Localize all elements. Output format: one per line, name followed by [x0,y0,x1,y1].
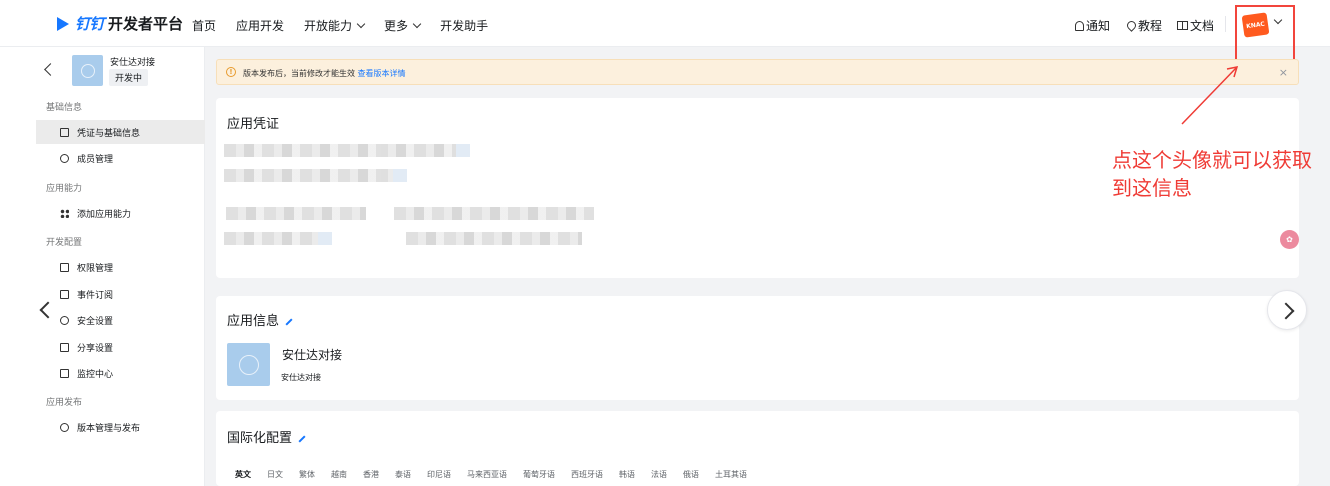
card-title: 应用凭证 [227,117,280,132]
bell-icon [1075,20,1084,31]
version-icon [60,422,69,432]
chevron-down-icon [356,19,366,29]
sidebar-group-title: 开发配置 [46,238,83,248]
edit-icon[interactable] [285,317,293,326]
redacted-value [224,232,332,245]
lang-tab[interactable]: 葡萄牙语 [523,469,555,480]
sidebar-item-share[interactable]: 分享设置 [36,335,205,359]
share-icon [60,342,69,352]
close-icon[interactable]: × [1279,66,1288,79]
annotation-text: 点这个头像就可以获取到这信息 [1112,148,1312,200]
language-tabs: 英文 日文 繁体 越南 香港 泰语 印尼语 马来西亚语 葡萄牙语 西班牙语 韩语… [235,469,763,480]
app-icon [72,55,103,86]
lang-tab[interactable]: 西班牙语 [571,469,603,480]
lang-tab[interactable]: 马来西亚语 [467,469,507,480]
nav-more[interactable]: 更多 [384,17,422,34]
nav-dev-assistant[interactable]: 开发助手 [440,17,488,34]
chevron-down-icon [412,19,422,29]
logo-title: 开发者平台 [108,15,184,33]
next-arrow-button[interactable] [1267,290,1307,330]
i18n-card: 国际化配置 英文 日文 繁体 越南 香港 泰语 印尼语 马来西亚语 葡萄牙语 西… [216,411,1299,486]
divider [1225,16,1226,32]
nav-home[interactable]: 首页 [192,17,216,34]
lang-tab[interactable]: 俄语 [683,469,699,480]
sidebar-item-credentials[interactable]: 凭证与基础信息 [36,120,205,144]
lang-tab[interactable]: 越南 [331,469,347,480]
warning-icon: ! [226,67,236,77]
lang-tab[interactable]: 韩语 [619,469,635,480]
lang-tab[interactable]: 法语 [651,469,667,480]
redacted-value [224,169,407,182]
lang-tab[interactable]: 印尼语 [427,469,451,480]
translate-float-icon[interactable]: ✿ [1280,230,1299,249]
app-name: 安仕达对接 [282,348,343,362]
main-nav: 首页 应用开发 开放能力 更多 开发助手 [192,17,508,34]
lang-tab[interactable]: 日文 [267,469,283,480]
redacted-value [406,232,582,245]
card-title: 国际化配置 [227,431,293,446]
status-badge: 开发中 [109,69,149,86]
sidebar-item-add-capability[interactable]: 添加应用能力 [36,201,205,225]
sidebar: 安仕达对接 开发中 基础信息 凭证与基础信息 成员管理 应用能力 添加应用能力 … [0,47,205,486]
nav-open-capability[interactable]: 开放能力 [304,17,366,34]
monitor-icon [60,368,69,378]
sidebar-item-permissions[interactable]: 权限管理 [36,255,205,279]
sidebar-item-members[interactable]: 成员管理 [36,146,205,170]
dingtalk-logo-icon [57,15,71,33]
sidebar-group-title: 应用能力 [46,184,83,194]
redacted-value [224,144,470,157]
app-description: 安仕达对接 [281,373,321,382]
banner-text: 版本发布后，当前修改才能生效 [243,69,358,78]
docs-link[interactable]: 文档 [1177,17,1214,34]
back-arrow-icon[interactable] [44,63,57,76]
grid-icon [60,208,69,218]
lang-tab[interactable]: 泰语 [395,469,411,480]
top-nav-bar: 钉钉 开发者平台 首页 应用开发 开放能力 更多 开发助手 通知 教程 文档 K… [0,0,1330,47]
notice-banner: ! 版本发布后，当前修改才能生效 查看版本详情 × [216,59,1299,85]
doc-icon [60,127,69,137]
sidebar-app-name: 安仕达对接 [110,58,156,68]
sidebar-item-versions[interactable]: 版本管理与发布 [36,415,205,439]
redacted-value [226,207,366,220]
location-pin-icon [1125,19,1138,32]
book-icon [1177,21,1188,30]
sidebar-item-monitor[interactable]: 监控中心 [36,361,205,385]
lock-icon [60,262,69,272]
annotation-arrow [1181,66,1239,125]
logo-brand: 钉钉 [75,15,105,33]
edit-icon[interactable] [298,434,306,443]
nav-app-dev[interactable]: 应用开发 [236,17,284,34]
redacted-value [394,207,594,220]
lang-tab[interactable]: 繁体 [299,469,315,480]
sidebar-group-title: 基础信息 [46,103,83,113]
annotation-highlight-box [1235,5,1295,66]
prev-arrow-button[interactable] [26,290,66,330]
tutorial-link[interactable]: 教程 [1125,17,1162,34]
sidebar-group-title: 应用发布 [46,398,83,408]
logo[interactable]: 钉钉 开发者平台 [57,13,183,34]
user-icon [60,153,69,163]
app-info-card: 应用信息 安仕达对接 安仕达对接 [216,296,1299,400]
notify-link[interactable]: 通知 [1075,17,1110,34]
lang-tab[interactable]: 英文 [235,469,251,480]
card-title: 应用信息 [227,314,280,329]
app-icon [227,343,270,386]
version-details-link[interactable]: 查看版本详情 [358,69,406,78]
lang-tab[interactable]: 土耳其语 [715,469,747,480]
lang-tab[interactable]: 香港 [363,469,379,480]
